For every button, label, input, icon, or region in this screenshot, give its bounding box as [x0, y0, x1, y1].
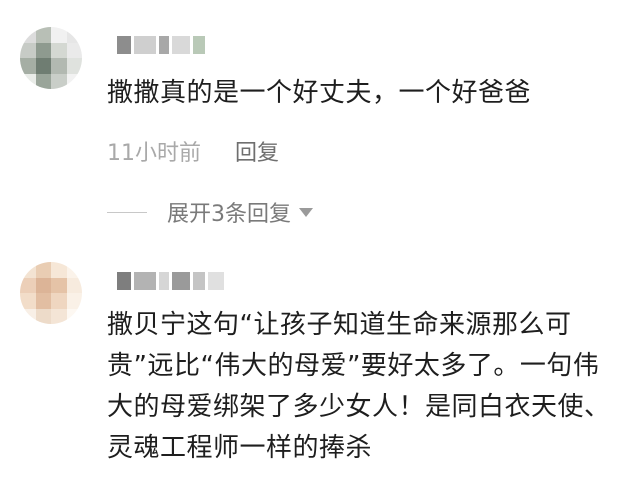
avatar-pixel [35, 262, 51, 278]
comment-meta: 11小时前 回复 [107, 135, 279, 167]
avatar-pixel [20, 293, 36, 309]
username-pixel [117, 272, 131, 290]
avatar-pixel [35, 308, 51, 324]
username[interactable] [117, 36, 205, 54]
comment-text: 撒撒真的是一个好丈夫，一个好爸爸 [107, 78, 532, 108]
avatar-pixel [51, 73, 67, 89]
avatar-pixel [35, 42, 51, 58]
avatar-pixel [20, 58, 36, 74]
avatar-pixel [51, 27, 67, 43]
avatar[interactable] [20, 27, 82, 89]
divider-line [107, 211, 147, 213]
comment-item: 撒撒真的是一个好丈夫，一个好爸爸 11小时前 回复 展开3条回复 [0, 0, 640, 250]
caret-down-icon [299, 207, 313, 217]
avatar-pixel [20, 27, 36, 43]
avatar-pixel [66, 73, 82, 89]
avatar-pixel [66, 277, 82, 293]
username-pixel [193, 36, 205, 54]
username-pixel [208, 272, 224, 290]
avatar-pixel [51, 277, 67, 293]
username-pixel [193, 272, 205, 290]
username[interactable] [117, 272, 224, 290]
avatar-pixel [51, 262, 67, 278]
avatar-pixel [66, 58, 82, 74]
avatar-pixel [51, 58, 67, 74]
username-pixel [159, 36, 169, 54]
avatar-pixel [66, 293, 82, 309]
avatar-pixel [51, 42, 67, 58]
username-pixel [117, 36, 131, 54]
avatar-pixel [20, 73, 36, 89]
avatar-pixel [20, 277, 36, 293]
reply-button[interactable]: 回复 [235, 135, 279, 167]
avatar-pixel [20, 42, 36, 58]
comment-text: 撒贝宁这句“让孩子知道生命来源那么可贵”远比“伟大的母爱”要好太多了。一句伟大的… [107, 310, 611, 463]
avatar-pixel [51, 308, 67, 324]
timestamp: 11小时前 [107, 141, 201, 166]
username-pixel [172, 272, 190, 290]
comment-item: 撒贝宁这句“让孩子知道生命来源那么可贵”远比“伟大的母爱”要好太多了。一句伟大的… [0, 250, 640, 477]
avatar-pixel [35, 277, 51, 293]
avatar-pixel [66, 308, 82, 324]
username-pixel [134, 272, 156, 290]
avatar-pixel [66, 42, 82, 58]
avatar-pixel [35, 58, 51, 74]
avatar[interactable] [20, 262, 82, 324]
username-pixel [159, 272, 169, 290]
avatar-pixel [35, 293, 51, 309]
username-pixel [134, 36, 156, 54]
avatar-pixel [51, 293, 67, 309]
avatar-pixel [35, 73, 51, 89]
avatar-pixel [66, 27, 82, 43]
username-pixel [172, 36, 190, 54]
avatar-pixel [66, 262, 82, 278]
avatar-pixel [20, 262, 36, 278]
expand-replies-label: 展开3条回复 [167, 202, 291, 227]
avatar-pixel [35, 27, 51, 43]
avatar-pixel [20, 308, 36, 324]
expand-replies-button[interactable]: 展开3条回复 [107, 196, 313, 228]
